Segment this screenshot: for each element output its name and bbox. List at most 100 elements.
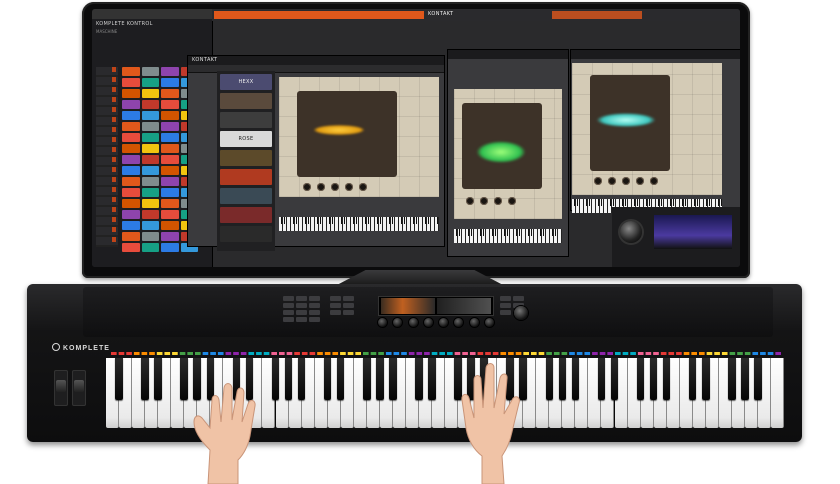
preset-thumbnail[interactable] — [122, 243, 140, 252]
hardware-button[interactable] — [283, 317, 294, 322]
black-key[interactable] — [389, 358, 397, 400]
black-key[interactable] — [271, 358, 280, 400]
preset-thumbnail[interactable] — [141, 199, 159, 208]
hardware-button[interactable] — [330, 296, 341, 301]
preset-thumbnail[interactable] — [141, 166, 159, 175]
rotary-knob-icon[interactable] — [469, 318, 479, 327]
preset-thumbnail[interactable] — [161, 111, 179, 120]
pitch-wheel[interactable] — [54, 370, 68, 406]
hardware-button[interactable] — [283, 310, 294, 315]
rotary-knob-icon[interactable] — [484, 318, 494, 327]
preset-thumbnail[interactable] — [122, 122, 140, 131]
hardware-button[interactable] — [296, 296, 307, 301]
hardware-button[interactable] — [330, 303, 341, 308]
rotary-knob-icon[interactable] — [393, 318, 403, 327]
preset-thumbnail[interactable] — [141, 188, 159, 197]
preset-thumbnail[interactable] — [122, 177, 140, 186]
hardware-button[interactable] — [309, 296, 320, 301]
preset-thumbnail[interactable] — [161, 177, 179, 186]
preset-thumbnail[interactable] — [141, 243, 159, 252]
preset-thumbnail[interactable] — [141, 78, 159, 87]
hardware-button[interactable] — [309, 317, 320, 322]
black-key[interactable] — [636, 358, 645, 400]
black-key[interactable] — [323, 358, 332, 400]
preset-thumbnail[interactable] — [161, 199, 179, 208]
hardware-button[interactable] — [283, 303, 294, 308]
preset-thumbnail[interactable] — [122, 111, 140, 120]
black-key[interactable] — [610, 358, 619, 400]
hardware-button[interactable] — [500, 296, 511, 301]
black-key[interactable] — [662, 358, 671, 400]
browser-tile[interactable] — [220, 112, 272, 128]
hardware-button[interactable] — [343, 303, 354, 308]
preset-thumbnail[interactable] — [122, 232, 140, 241]
four-d-encoder-icon[interactable] — [514, 306, 528, 320]
black-key[interactable] — [649, 358, 658, 400]
browser-tile[interactable]: HEXX — [220, 74, 272, 90]
black-key[interactable] — [688, 358, 697, 400]
preset-thumbnail[interactable] — [141, 177, 159, 186]
mod-wheel[interactable] — [72, 370, 86, 406]
hardware-button[interactable] — [343, 310, 354, 315]
preset-thumbnail[interactable] — [122, 166, 140, 175]
preset-thumbnail[interactable] — [161, 221, 179, 230]
preset-thumbnail[interactable] — [141, 232, 159, 241]
preset-thumbnail[interactable] — [122, 155, 140, 164]
hardware-button[interactable] — [296, 310, 307, 315]
rotary-knob-icon[interactable] — [423, 318, 433, 327]
preset-thumbnail[interactable] — [122, 221, 140, 230]
black-key[interactable] — [415, 358, 423, 400]
preset-thumbnail[interactable] — [161, 67, 179, 76]
browser-tile[interactable] — [220, 169, 272, 185]
browser-tile[interactable] — [220, 226, 272, 242]
black-key[interactable] — [362, 358, 371, 400]
black-key[interactable] — [180, 358, 188, 400]
browser-tile[interactable] — [220, 207, 272, 223]
preset-thumbnail[interactable] — [122, 89, 140, 98]
black-key[interactable] — [741, 358, 749, 400]
preset-thumbnail[interactable] — [141, 89, 159, 98]
black-key[interactable] — [545, 358, 554, 400]
preset-thumbnail[interactable] — [141, 144, 159, 153]
white-key[interactable] — [770, 358, 784, 428]
black-key[interactable] — [701, 358, 710, 400]
preset-thumbnail[interactable] — [161, 210, 179, 219]
preset-thumbnail[interactable] — [161, 100, 179, 109]
preset-thumbnail[interactable] — [161, 78, 179, 87]
rotary-knob-icon[interactable] — [378, 318, 387, 327]
preset-thumbnail[interactable] — [122, 67, 140, 76]
browser-tile[interactable]: ROSE — [220, 131, 272, 147]
preset-thumbnail[interactable] — [161, 144, 179, 153]
black-key[interactable] — [115, 358, 123, 400]
preset-thumbnail[interactable] — [141, 67, 159, 76]
hardware-button[interactable] — [500, 310, 511, 315]
hardware-button[interactable] — [309, 310, 320, 315]
black-key[interactable] — [428, 358, 436, 400]
preset-thumbnail[interactable] — [161, 155, 179, 164]
browser-tile[interactable] — [220, 93, 272, 109]
preset-thumbnail[interactable] — [161, 122, 179, 131]
rotary-knob-icon[interactable] — [408, 318, 418, 327]
browser-tile[interactable] — [220, 150, 272, 166]
preset-thumbnail[interactable] — [141, 111, 159, 120]
preset-thumbnail[interactable] — [161, 188, 179, 197]
rotary-knob-icon[interactable] — [454, 318, 464, 327]
navigation-buttons[interactable] — [330, 296, 354, 315]
hardware-button[interactable] — [343, 296, 354, 301]
preset-thumbnail[interactable] — [161, 232, 179, 241]
preset-thumbnail[interactable] — [161, 133, 179, 142]
preset-thumbnail[interactable] — [122, 78, 140, 87]
hardware-button[interactable] — [296, 317, 307, 322]
preset-thumbnail[interactable] — [122, 188, 140, 197]
hardware-button[interactable] — [330, 310, 341, 315]
black-key[interactable] — [558, 358, 567, 400]
hardware-button[interactable] — [296, 303, 307, 308]
black-key[interactable] — [571, 358, 580, 400]
black-key[interactable] — [597, 358, 606, 400]
pitch-mod-wheels[interactable] — [48, 370, 92, 410]
preset-thumbnail[interactable] — [141, 122, 159, 131]
hardware-button[interactable] — [309, 303, 320, 308]
preset-thumbnail[interactable] — [122, 133, 140, 142]
preset-thumbnail[interactable] — [122, 144, 140, 153]
preset-thumbnail[interactable] — [161, 166, 179, 175]
